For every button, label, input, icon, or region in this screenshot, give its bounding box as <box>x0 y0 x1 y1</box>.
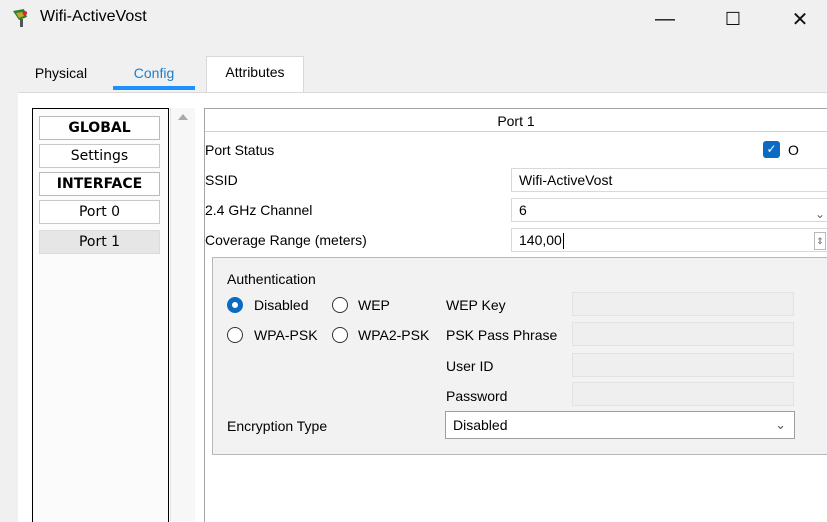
wep-key-label: WEP Key <box>446 297 506 313</box>
wep-key-input <box>572 292 794 316</box>
ssid-input[interactable]: Wifi-ActiveVost <box>511 168 827 192</box>
password-label: Password <box>446 388 508 404</box>
chevron-down-icon: ⌄ <box>775 417 786 432</box>
radio-disabled-label: Disabled <box>254 297 309 313</box>
sidebar-item-interface[interactable]: INTERFACE <box>39 172 160 196</box>
config-sidebar: GLOBAL Settings INTERFACE Port 0 Port 1 <box>32 108 169 522</box>
encryption-type-select[interactable]: Disabled ⌄ <box>445 411 795 439</box>
encryption-type-value: Disabled <box>453 417 508 433</box>
spinner-icon[interactable]: ⇕ <box>814 232 826 250</box>
scroll-up-arrow-icon[interactable] <box>178 114 188 120</box>
text-caret <box>562 233 564 250</box>
tab-physical[interactable]: Physical <box>24 58 98 91</box>
tab-config-label: Config <box>133 65 175 81</box>
radio-wpa-psk-label: WPA-PSK <box>254 327 318 343</box>
radio-wep-label: WEP <box>358 297 390 313</box>
authentication-title: Authentication <box>227 271 316 287</box>
chevron-down-icon: ⌄ <box>814 207 825 221</box>
psk-pass-phrase-label: PSK Pass Phrase <box>446 327 558 343</box>
panel-title: Port 1 <box>205 111 827 132</box>
coverage-input[interactable]: 140,00 ⇕ <box>511 228 827 252</box>
encryption-type-label: Encryption Type <box>227 418 328 434</box>
tab-attributes[interactable]: Attributes <box>206 56 304 92</box>
sidebar-item-settings[interactable]: Settings <box>39 144 160 168</box>
port-status-checkbox[interactable]: ✓ <box>763 141 780 158</box>
tab-config[interactable]: Config <box>113 58 195 91</box>
port-status-text: O <box>788 142 799 158</box>
sidebar-scrollbar[interactable] <box>170 108 195 521</box>
active-tab-indicator <box>113 86 195 90</box>
password-input <box>572 382 794 406</box>
psk-pass-phrase-input <box>572 322 794 346</box>
sidebar-item-global[interactable]: GLOBAL <box>39 116 160 140</box>
radio-disabled[interactable] <box>227 297 243 313</box>
radio-wpa-psk[interactable] <box>227 327 243 343</box>
window-title: Wifi-ActiveVost <box>40 8 147 25</box>
channel-value: 6 <box>519 202 527 218</box>
app-icon <box>10 7 32 29</box>
sidebar-item-port-1[interactable]: Port 1 <box>39 230 160 254</box>
channel-select[interactable]: 6 ⌄ <box>511 198 827 222</box>
coverage-label: Coverage Range (meters) <box>205 232 367 248</box>
radio-wep[interactable] <box>332 297 348 313</box>
maximize-button[interactable]: ☐ <box>710 0 756 38</box>
ssid-label: SSID <box>205 172 238 188</box>
radio-wpa2-psk-label: WPA2-PSK <box>358 327 430 343</box>
radio-wpa2-psk[interactable] <box>332 327 348 343</box>
channel-label: 2.4 GHz Channel <box>205 202 313 218</box>
close-button[interactable]: ✕ <box>777 0 823 38</box>
user-id-input <box>572 353 794 377</box>
checkmark-icon: ✓ <box>766 142 777 156</box>
sidebar-item-port-0[interactable]: Port 0 <box>39 200 160 224</box>
user-id-label: User ID <box>446 358 494 374</box>
coverage-value: 140,00 <box>519 232 562 248</box>
port-status-label: Port Status <box>205 142 275 158</box>
minimize-button[interactable]: — <box>642 0 688 38</box>
